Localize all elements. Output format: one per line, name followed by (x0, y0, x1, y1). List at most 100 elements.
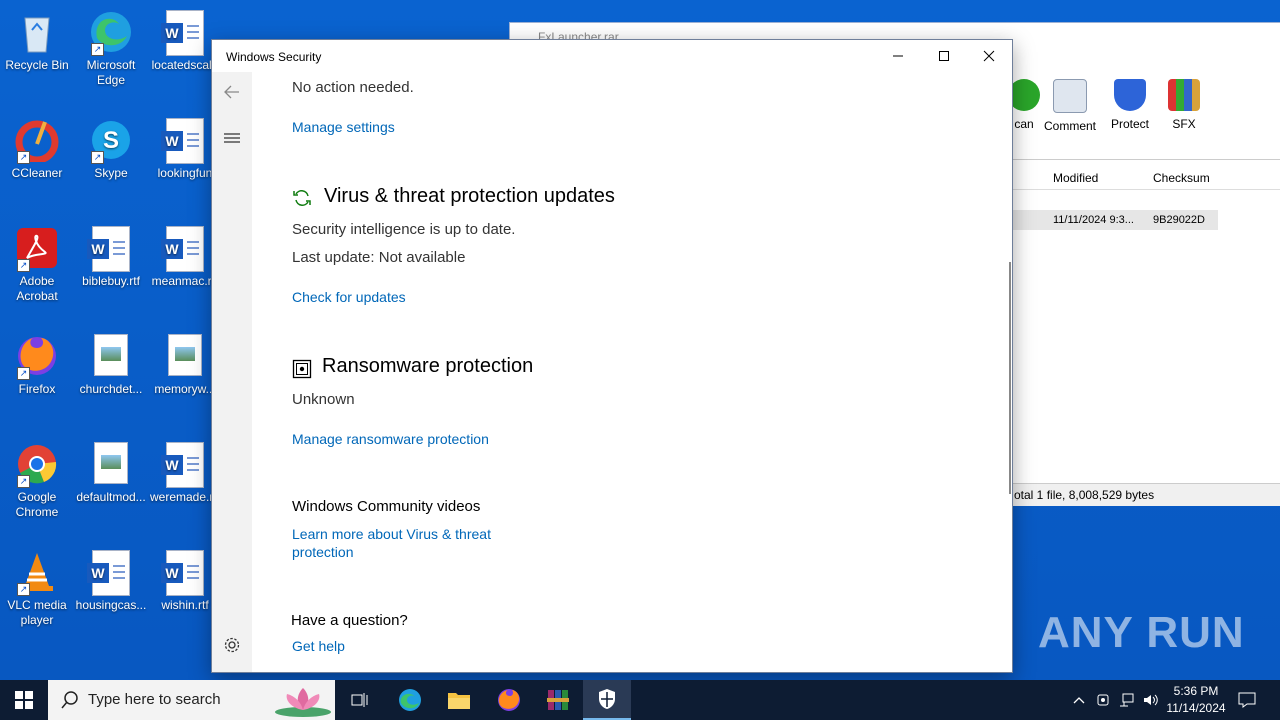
maximize-icon (939, 51, 949, 61)
winrar-sfx-button[interactable]: SFX (1154, 79, 1214, 131)
gear-icon (224, 637, 240, 653)
desktop-icon-ccleaner[interactable]: ↗ CCleaner (1, 118, 73, 181)
skype-icon: S ↗ (89, 118, 133, 164)
learn-more-link-line2[interactable]: protection (292, 544, 353, 560)
notification-icon (1238, 692, 1256, 708)
desktop-icon-churchdet[interactable]: churchdet... (75, 334, 147, 397)
check-for-updates-link[interactable]: Check for updates (292, 289, 406, 305)
taskbar-search-box[interactable]: Type here to search (48, 680, 335, 720)
refresh-icon (293, 190, 311, 206)
image-file-icon (89, 334, 133, 378)
minimize-icon (893, 55, 903, 57)
ransomware-heading: Ransomware protection (322, 355, 534, 377)
no-action-text: No action needed. (292, 79, 414, 96)
vlc-icon: ↗ (15, 550, 59, 596)
word-document-icon: W (87, 550, 133, 596)
task-view-icon (351, 693, 368, 707)
winrar-column-headers: Modified Checksum (1010, 165, 1280, 190)
last-update-text: Last update: Not available (292, 249, 466, 266)
network-icon (1120, 693, 1134, 707)
desktop-icon-housingcas[interactable]: W housingcas... (75, 550, 147, 613)
tray-app-button[interactable] (1092, 680, 1114, 720)
word-document-icon: W (161, 442, 207, 488)
row-modified: 11/11/2024 9:3... (1053, 214, 1134, 226)
tray-app-icon (1097, 694, 1109, 706)
question-heading: Have a question? (291, 612, 408, 629)
edge-icon: ↗ (89, 10, 133, 56)
winrar-icon (547, 690, 569, 710)
clock-date: 11/14/2024 (1166, 701, 1226, 715)
menu-button[interactable] (212, 122, 252, 154)
winrar-status-bar: otal 1 file, 8,008,529 bytes (1010, 483, 1280, 506)
windows-security-window[interactable]: Windows Security No action needed. Manag… (211, 39, 1013, 673)
settings-button[interactable] (212, 629, 252, 661)
start-button[interactable] (0, 680, 48, 720)
word-document-icon: W (161, 10, 207, 56)
shield-icon (599, 689, 615, 709)
window-title: Windows Security (226, 50, 322, 64)
volume-button[interactable] (1140, 680, 1162, 720)
close-button[interactable] (966, 40, 1012, 72)
desktop-icon-skype[interactable]: S ↗ Skype (75, 118, 147, 181)
edge-icon (399, 689, 421, 711)
clock-time: 5:36 PM (1173, 684, 1219, 698)
search-icon (61, 691, 78, 709)
shield-icon (1114, 79, 1146, 111)
desktop-icon-biblebuy[interactable]: W biblebuy.rtf (75, 226, 147, 289)
desktop-icon-recycle-bin[interactable]: Recycle Bin (1, 10, 73, 73)
word-document-icon: W (161, 550, 207, 596)
desktop-icon-edge[interactable]: ↗ Microsoft Edge (75, 10, 147, 88)
learn-more-link-line1[interactable]: Learn more about Virus & threat (292, 526, 491, 542)
close-icon (983, 50, 995, 62)
svg-text:S: S (103, 127, 119, 154)
updates-heading: Virus & threat protection updates (324, 185, 615, 207)
row-checksum: 9B29022D (1153, 214, 1205, 226)
winrar-comment-button[interactable]: Comment (1040, 79, 1100, 133)
acrobat-icon: ↗ (15, 226, 59, 272)
word-document-icon: W (87, 226, 133, 272)
desktop-icon-adobe-acrobat[interactable]: ↗ Adobe Acrobat (1, 226, 73, 304)
comment-icon (1053, 79, 1087, 113)
winrar-protect-button[interactable]: Protect (1100, 79, 1160, 131)
desktop-icon-firefox[interactable]: ↗ Firefox (1, 334, 73, 397)
back-button[interactable] (212, 76, 252, 108)
desktop-icon-chrome[interactable]: ↗ Google Chrome (1, 442, 73, 520)
minimize-button[interactable] (875, 40, 921, 72)
firefox-icon: ↗ (15, 334, 59, 380)
maximize-button[interactable] (921, 40, 967, 72)
word-document-icon: W (161, 226, 207, 272)
column-checksum[interactable]: Checksum (1153, 171, 1210, 185)
image-file-icon (163, 334, 207, 378)
chrome-icon: ↗ (15, 442, 59, 488)
taskbar: Type here to search 5:36 PM 11/14/2024 (0, 680, 1280, 720)
image-file-icon (89, 442, 133, 486)
lotus-icon (275, 688, 331, 717)
notifications-button[interactable] (1232, 680, 1262, 720)
manage-settings-link[interactable]: Manage settings (292, 119, 395, 135)
taskbar-firefox[interactable] (485, 680, 533, 720)
taskbar-edge[interactable] (386, 680, 434, 720)
table-row[interactable]: 11/11/2024 9:3... 9B29022D (1013, 210, 1218, 230)
ransomware-protection-icon (292, 359, 312, 379)
taskbar-winrar[interactable] (534, 680, 582, 720)
chevron-up-icon (1073, 697, 1085, 704)
taskbar-windows-security[interactable] (583, 680, 631, 720)
network-button[interactable] (1116, 680, 1138, 720)
get-help-link[interactable]: Get help (292, 638, 345, 654)
manage-ransomware-link[interactable]: Manage ransomware protection (292, 431, 489, 447)
task-view-button[interactable] (336, 680, 384, 720)
taskbar-clock[interactable]: 5:36 PM 11/14/2024 (1160, 683, 1232, 717)
search-placeholder: Type here to search (88, 691, 221, 708)
scrollbar[interactable] (1009, 262, 1011, 494)
ransomware-status-text: Unknown (292, 391, 355, 408)
column-modified[interactable]: Modified (1053, 171, 1098, 185)
navigation-rail (212, 72, 252, 672)
taskbar-file-explorer[interactable] (435, 680, 483, 720)
firefox-icon (498, 689, 520, 711)
desktop-icon-vlc[interactable]: ↗ VLC media player (1, 550, 73, 628)
desktop-icon-defaultmod[interactable]: defaultmod... (75, 442, 147, 505)
anyrun-watermark: ANY RUN (1038, 608, 1245, 657)
sfx-icon (1168, 79, 1200, 111)
main-content: No action needed. Manage settings Virus … (291, 72, 992, 672)
show-hidden-icons-button[interactable] (1068, 680, 1090, 720)
